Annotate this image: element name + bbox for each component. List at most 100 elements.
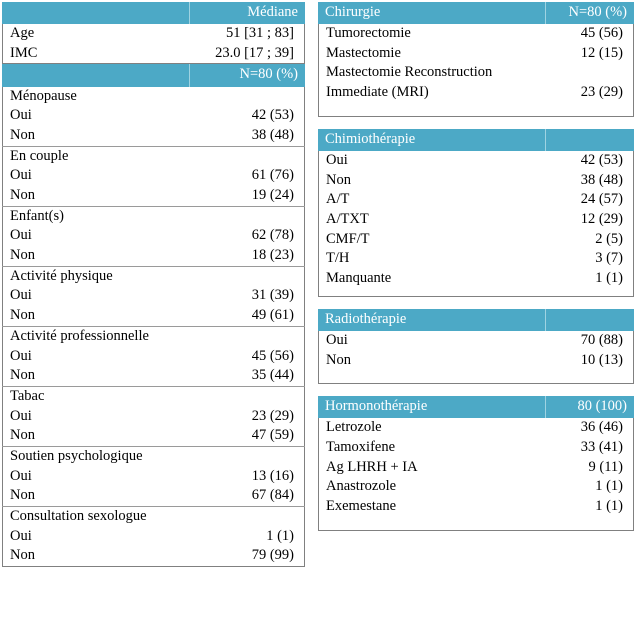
row-value: 1 (1) bbox=[266, 527, 294, 544]
group-title-row: Activité physique bbox=[2, 265, 305, 287]
right-block-chirurgie-header: Chirurgie N=80 (%) bbox=[318, 2, 634, 25]
table-row: Non 10 (13) bbox=[319, 351, 633, 371]
block-gap bbox=[318, 384, 634, 397]
row-label: Non bbox=[10, 187, 35, 204]
right-block-chimio-body: Oui 42 (53) Non 38 (48) A/T 24 (57) A/TX… bbox=[318, 150, 634, 297]
row-value: 23 (29) bbox=[251, 407, 294, 424]
n-header-blank bbox=[2, 64, 190, 87]
row-label: Non bbox=[10, 487, 35, 504]
table-row: Tamoxifene 33 (41) bbox=[319, 438, 633, 458]
median-header-row: Médiane bbox=[2, 2, 305, 25]
row-label: Oui bbox=[326, 151, 348, 168]
row-label: Non bbox=[10, 307, 35, 324]
table-row: Non 79 (99) bbox=[3, 546, 305, 566]
row-value-imc: 23.0 [17 ; 39] bbox=[215, 44, 294, 61]
row-value: 3 (7) bbox=[595, 250, 623, 267]
row-value: 38 (48) bbox=[580, 171, 623, 188]
left-table-continuous-body: Age 51 [31 ; 83] IMC 23.0 [17 ; 39] bbox=[2, 24, 305, 65]
table-row: Immediate (MRI) 23 (29) bbox=[319, 83, 633, 103]
row-label: Oui bbox=[10, 227, 32, 244]
table-row: Ag LHRH + IA 9 (11) bbox=[319, 458, 633, 478]
block-bottom-spacer bbox=[319, 517, 633, 530]
table-row: Non 47 (59) bbox=[3, 426, 305, 446]
row-value-tamoxifene: 33 (41) bbox=[580, 439, 623, 456]
table-row: IMC 23.0 [17 ; 39] bbox=[3, 44, 305, 64]
section-header-radiotherapie: Radiothérapie bbox=[318, 308, 634, 331]
table-row: Manquante 1 (1) bbox=[319, 269, 633, 289]
group-title-consultation-sexologue: Consultation sexologue bbox=[2, 506, 190, 527]
row-value: 70 (88) bbox=[580, 331, 623, 348]
row-label-age: Age bbox=[10, 25, 35, 42]
table-row: Oui 42 (53) bbox=[319, 151, 633, 171]
group-title-row: Ménopause bbox=[3, 87, 305, 107]
block-bottom-spacer bbox=[319, 289, 633, 296]
table-row: Age 51 [31 ; 83] bbox=[3, 24, 305, 44]
row-label: A/T bbox=[326, 191, 350, 208]
table-row: Letrozole 36 (46) bbox=[319, 418, 633, 438]
row-label: Non bbox=[10, 247, 35, 264]
row-label-letrozole: Letrozole bbox=[326, 419, 382, 436]
group-title-value bbox=[189, 506, 305, 527]
section-title-chirurgie: Chirurgie bbox=[318, 2, 546, 25]
table-row: Exemestane 1 (1) bbox=[319, 497, 633, 517]
section-value-radiotherapie bbox=[545, 308, 634, 331]
table-row: Non 67 (84) bbox=[3, 486, 305, 506]
row-label-imc: IMC bbox=[10, 44, 38, 61]
row-label-ag-lhrh-ia: Ag LHRH + IA bbox=[326, 458, 418, 475]
group-title-value bbox=[189, 205, 305, 227]
row-label-mri: Immediate (MRI) bbox=[326, 84, 429, 101]
row-value-age: 51 [31 ; 83] bbox=[225, 25, 294, 42]
row-label: Oui bbox=[10, 527, 32, 544]
right-block-radio-header: Radiothérapie bbox=[318, 308, 634, 331]
row-value-mastectomie-reconstruction bbox=[545, 63, 633, 83]
median-header-blank bbox=[2, 2, 190, 25]
block-bottom-spacer bbox=[319, 370, 633, 383]
group-title-value bbox=[190, 87, 305, 107]
group-title-value bbox=[189, 145, 305, 167]
block-bottom-spacer bbox=[319, 103, 633, 116]
row-label: Oui bbox=[10, 407, 32, 424]
row-label: Oui bbox=[10, 107, 32, 124]
row-label: Oui bbox=[10, 347, 32, 364]
row-value-anastrozole: 1 (1) bbox=[595, 478, 623, 495]
row-value: 61 (76) bbox=[251, 167, 294, 184]
block-gap bbox=[318, 296, 634, 309]
section-title-chimiotherapie: Chimiothérapie bbox=[318, 128, 546, 151]
table-row: Non 38 (48) bbox=[3, 126, 305, 146]
row-label: Non bbox=[10, 126, 35, 143]
right-block-hormono-body: Letrozole 36 (46) Tamoxifene 33 (41) Ag … bbox=[318, 418, 634, 531]
median-header-label: Médiane bbox=[189, 2, 305, 25]
group-title-value bbox=[189, 265, 305, 287]
row-label-mastectomie-reconstruction: Mastectomie Reconstruction bbox=[326, 64, 493, 81]
table-row: Oui 23 (29) bbox=[3, 407, 305, 427]
row-value: 1 (1) bbox=[595, 270, 623, 287]
right-block-chirurgie-body: Tumorectomie 45 (56) Mastectomie 12 (15)… bbox=[318, 24, 634, 117]
table-row: Oui 42 (53) bbox=[3, 106, 305, 126]
table-row: Non 49 (61) bbox=[3, 306, 305, 326]
group-title-row: Activité professionnelle bbox=[2, 325, 305, 347]
row-value-ag-lhrh-ia: 9 (11) bbox=[588, 458, 624, 475]
group-title-value bbox=[189, 385, 305, 407]
group-title-value bbox=[189, 325, 305, 347]
row-value: 31 (39) bbox=[251, 287, 294, 304]
section-value-hormonotherapie: 80 (100) bbox=[545, 396, 634, 419]
row-label: T/H bbox=[326, 250, 350, 267]
table-row: CMF/T 2 (5) bbox=[319, 230, 633, 250]
row-value: 10 (13) bbox=[580, 351, 623, 368]
left-table-groups: Ménopause Oui 42 (53) Non 38 (48) En cou… bbox=[2, 86, 305, 568]
group-title-soutien-psychologique: Soutien psychologique bbox=[2, 445, 190, 467]
row-label: Oui bbox=[10, 467, 32, 484]
section-value-chirurgie: N=80 (%) bbox=[545, 2, 634, 25]
row-value-tumorectomie: 45 (56) bbox=[580, 25, 623, 42]
block-gap bbox=[318, 116, 634, 129]
row-label-tumorectomie: Tumorectomie bbox=[326, 25, 411, 42]
row-value: 19 (24) bbox=[251, 187, 294, 204]
row-value: 12 (29) bbox=[580, 211, 623, 228]
table-row: Non 18 (23) bbox=[3, 246, 305, 266]
table-row: Oui 13 (16) bbox=[3, 467, 305, 487]
group-title-en-couple: En couple bbox=[2, 145, 190, 167]
group-title-row: Enfant(s) bbox=[2, 205, 305, 227]
group-title-row: Tabac bbox=[2, 385, 305, 407]
right-table-container: Chirurgie N=80 (%) Tumorectomie 45 (56) … bbox=[318, 2, 634, 531]
group-title-tabac: Tabac bbox=[2, 385, 190, 407]
